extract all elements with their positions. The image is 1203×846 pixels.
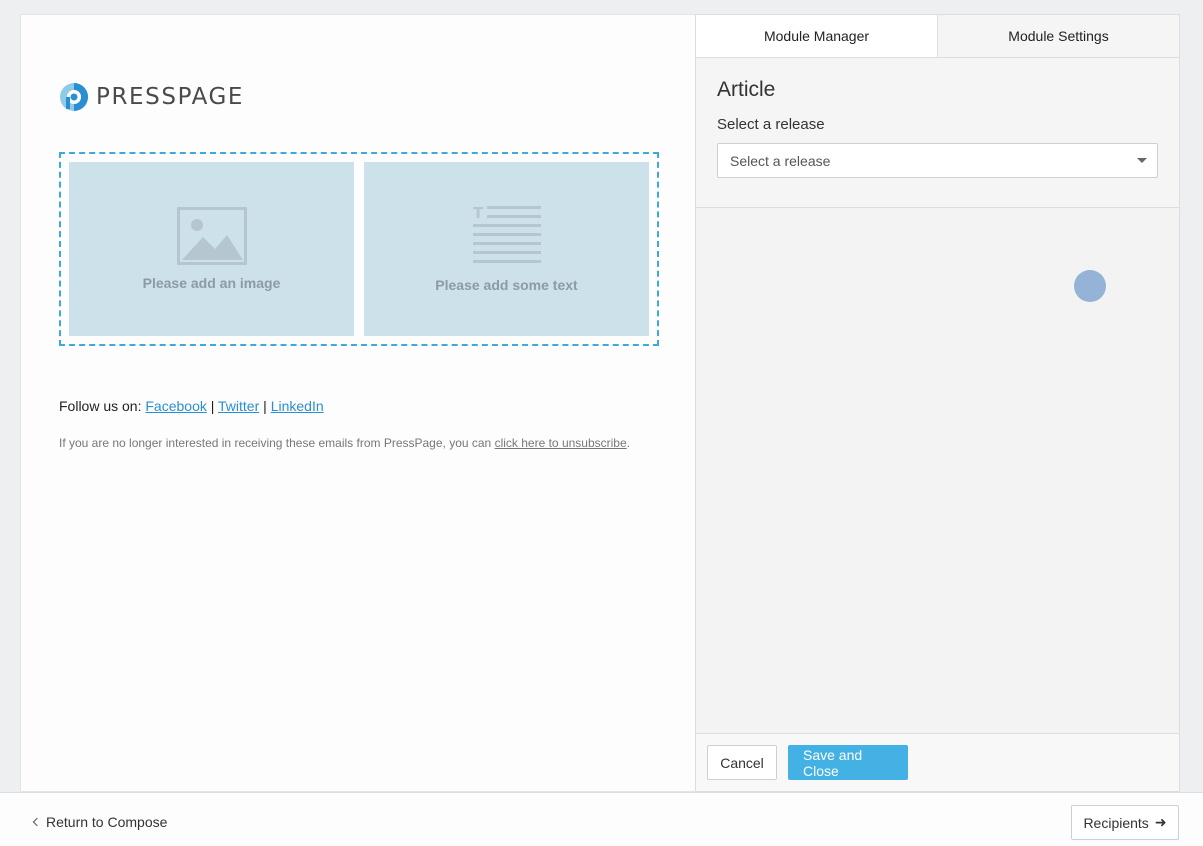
email-canvas: PRESSPAGE Please add an image T Please a (20, 14, 696, 792)
cancel-button[interactable]: Cancel (707, 745, 777, 780)
linkedin-link[interactable]: LinkedIn (271, 398, 324, 414)
return-to-compose-link[interactable]: Return to Compose (32, 814, 168, 830)
text-placeholder[interactable]: T Please add some text (364, 162, 649, 336)
link-separator: | (263, 398, 267, 414)
unsubscribe-link[interactable]: click here to unsubscribe (495, 436, 627, 450)
arrow-right-icon: ➜ (1154, 814, 1167, 830)
release-select[interactable]: Select a release (717, 143, 1158, 178)
panel-title: Article (717, 78, 776, 101)
follow-us-prefix: Follow us on: (59, 398, 142, 414)
svg-text:T: T (473, 205, 484, 222)
image-placeholder[interactable]: Please add an image (69, 162, 354, 336)
page-footer: Return to Compose Recipients ➜ (0, 792, 1203, 846)
presspage-logo: PRESSPAGE (59, 82, 244, 112)
presspage-logo-icon (60, 83, 88, 111)
tab-module-manager[interactable]: Module Manager (696, 15, 937, 57)
unsubscribe-line: If you are no longer interested in recei… (59, 436, 630, 450)
logo-text: PRESSPAGE (96, 84, 245, 110)
unsubscribe-text: If you are no longer interested in recei… (59, 436, 492, 450)
image-placeholder-label: Please add an image (142, 275, 281, 291)
release-select-value: Select a release (730, 152, 831, 169)
release-field-label: Select a release (717, 116, 825, 133)
facebook-link[interactable]: Facebook (145, 398, 206, 414)
unsubscribe-period: . (626, 436, 630, 450)
save-and-close-button[interactable]: Save and Close (788, 745, 908, 780)
text-placeholder-label: Please add some text (435, 277, 578, 293)
link-separator: | (210, 398, 215, 414)
panel-header: Article Select a release Select a releas… (696, 58, 1179, 208)
settings-panel: Module Manager Module Settings Article S… (695, 14, 1180, 792)
chevron-left-icon (32, 817, 42, 827)
tab-module-settings[interactable]: Module Settings (937, 15, 1179, 57)
recipients-label: Recipients (1083, 814, 1149, 831)
caret-down-icon (1137, 158, 1147, 163)
panel-body (696, 209, 1179, 733)
recipients-button[interactable]: Recipients ➜ (1071, 805, 1179, 840)
return-to-compose-label: Return to Compose (46, 814, 168, 830)
cursor-indicator (1074, 270, 1106, 302)
panel-actions: Cancel Save and Close (696, 733, 1179, 791)
article-module[interactable]: Please add an image T Please add some te… (59, 152, 659, 346)
twitter-link[interactable]: Twitter (218, 398, 259, 414)
follow-us-line: Follow us on: Facebook | Twitter | Linke… (59, 398, 324, 414)
panel-tabs: Module Manager Module Settings (696, 15, 1179, 58)
text-placeholder-icon: T (472, 205, 541, 263)
image-placeholder-icon (176, 207, 247, 265)
